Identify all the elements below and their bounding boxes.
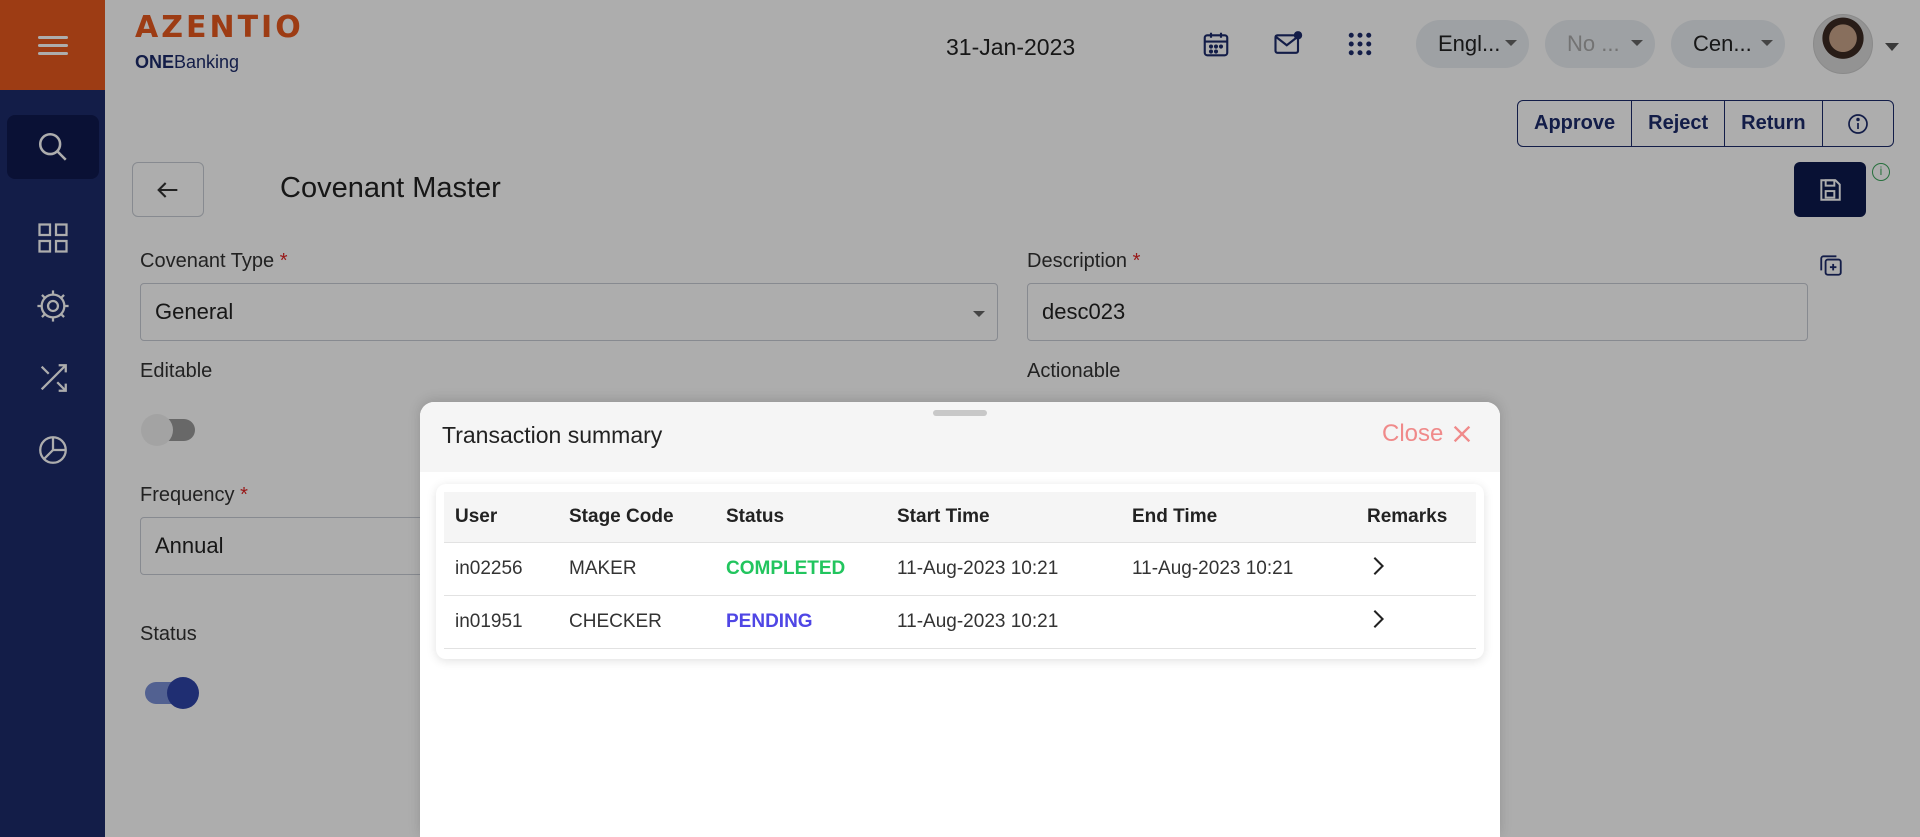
transaction-table: User Stage Code Status Start Time End Ti… [444, 492, 1476, 649]
close-icon [1454, 425, 1471, 443]
chevron-right-icon [1373, 609, 1385, 628]
table-row: in02256 MAKER COMPLETED 11-Aug-2023 10:2… [444, 542, 1476, 596]
column-header-start-time: Start Time [886, 492, 1121, 543]
cell-stage-code: CHECKER [558, 595, 715, 649]
close-button[interactable]: Close [1382, 420, 1473, 448]
column-header-end-time: End Time [1121, 492, 1356, 543]
table-header-row: User Stage Code Status Start Time End Ti… [444, 492, 1476, 543]
cell-start-time: 11-Aug-2023 10:21 [886, 542, 1121, 596]
transaction-table-card: User Stage Code Status Start Time End Ti… [436, 484, 1484, 659]
column-header-stage-code: Stage Code [558, 492, 715, 543]
remarks-expand-button[interactable] [1356, 595, 1476, 649]
column-header-status: Status [715, 492, 886, 543]
cell-user: in01951 [444, 595, 558, 649]
remarks-expand-button[interactable] [1356, 542, 1476, 596]
status-badge: PENDING [715, 595, 886, 649]
modal-header: Transaction summary Close [420, 402, 1500, 472]
status-badge: COMPLETED [715, 542, 886, 596]
column-header-remarks: Remarks [1356, 492, 1476, 543]
cell-user: in02256 [444, 542, 558, 596]
transaction-summary-modal: Transaction summary Close User Stage Cod… [420, 402, 1500, 837]
cell-stage-code: MAKER [558, 542, 715, 596]
modal-title: Transaction summary [442, 422, 663, 448]
column-header-user: User [444, 492, 558, 543]
table-row: in01951 CHECKER PENDING 11-Aug-2023 10:2… [444, 595, 1476, 649]
chevron-right-icon [1373, 556, 1385, 575]
cell-end-time: 11-Aug-2023 10:21 [1121, 542, 1356, 596]
cell-end-time [1121, 595, 1356, 649]
close-label: Close [1382, 420, 1444, 447]
drag-handle[interactable] [933, 410, 987, 416]
cell-start-time: 11-Aug-2023 10:21 [886, 595, 1121, 649]
